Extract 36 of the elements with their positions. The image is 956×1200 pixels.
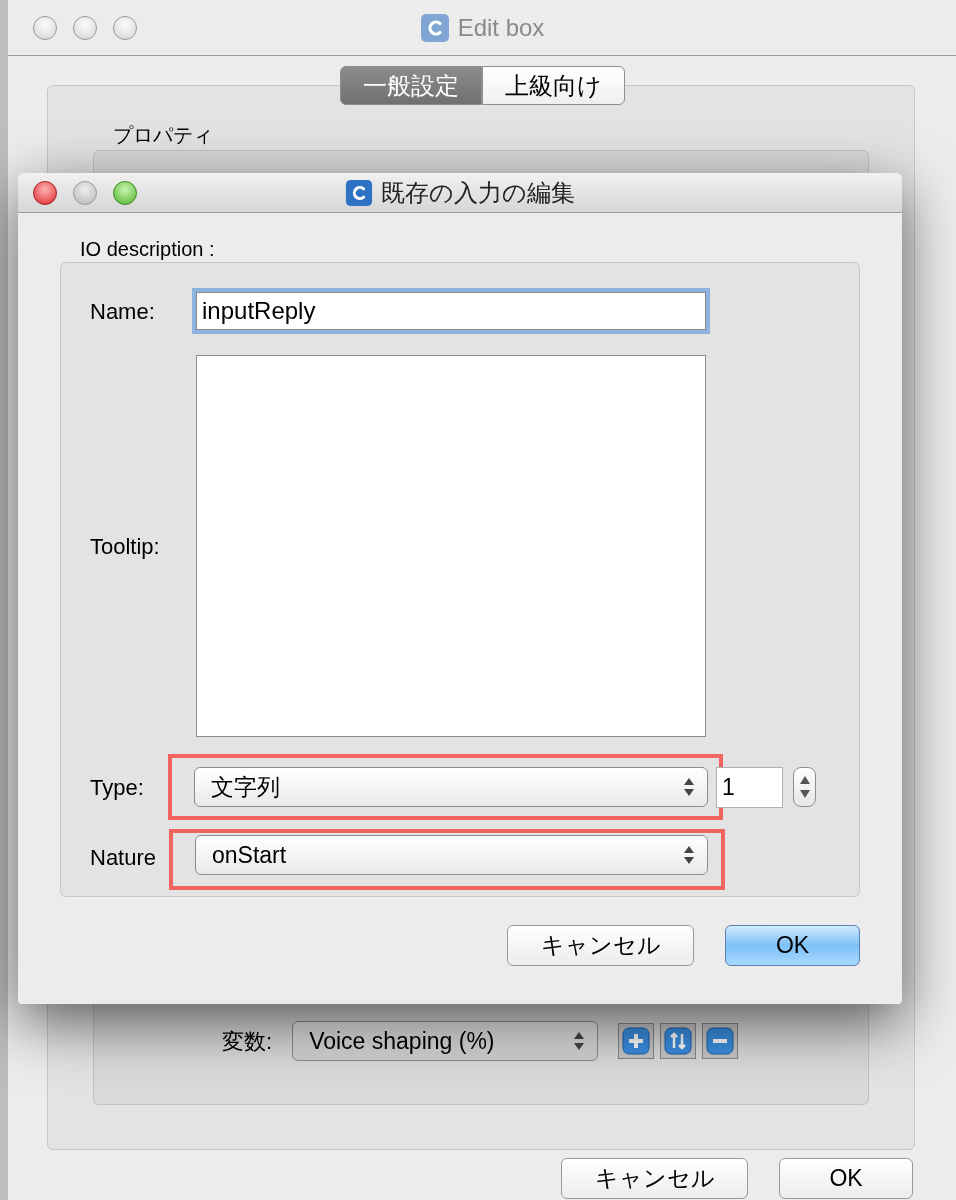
- type-dropdown[interactable]: 文字列: [194, 767, 708, 807]
- stepper[interactable]: [793, 767, 816, 807]
- updown-arrows-icon: [683, 777, 695, 797]
- zoom-button[interactable]: [113, 15, 137, 40]
- close-button[interactable]: [33, 180, 57, 205]
- count-input[interactable]: 1: [716, 766, 783, 808]
- nature-dropdown[interactable]: onStart: [195, 835, 708, 875]
- field-label: Nature: [90, 844, 158, 872]
- name-input[interactable]: inputReply: [196, 292, 706, 330]
- ok-button[interactable]: OK: [779, 1158, 913, 1199]
- field-label: Tooltip:: [90, 532, 161, 561]
- minus-icon: [706, 1027, 735, 1055]
- add-button[interactable]: [618, 1023, 655, 1059]
- tab[interactable]: 上級向け: [481, 66, 625, 105]
- field-label: Type:: [90, 773, 145, 802]
- ok-button[interactable]: OK: [725, 925, 860, 966]
- minimize-button[interactable]: [73, 180, 97, 205]
- cancel-button[interactable]: キャンセル: [507, 925, 694, 966]
- minimize-button[interactable]: [73, 15, 97, 40]
- remove-button[interactable]: [702, 1023, 739, 1059]
- window-title: Edit box: [457, 12, 545, 43]
- cancel-button[interactable]: キャンセル: [561, 1158, 748, 1199]
- field-label: 変数:: [222, 1027, 273, 1056]
- window-title: 既存の入力の編集: [381, 177, 575, 208]
- reorder-button[interactable]: [660, 1023, 697, 1059]
- zoom-button[interactable]: [113, 180, 137, 205]
- updown-arrows-icon: [573, 1031, 586, 1051]
- updown-arrows-icon: [664, 1027, 693, 1055]
- app-logo-icon: [345, 178, 373, 207]
- variable-dropdown[interactable]: Voice shaping (%): [292, 1021, 599, 1061]
- plus-icon: [622, 1027, 651, 1055]
- app-logo-icon: [419, 12, 450, 43]
- field-label: Name:: [90, 297, 156, 326]
- close-button[interactable]: [33, 15, 57, 40]
- tab[interactable]: 一般設定: [339, 66, 482, 105]
- updown-arrows-icon: [683, 845, 695, 865]
